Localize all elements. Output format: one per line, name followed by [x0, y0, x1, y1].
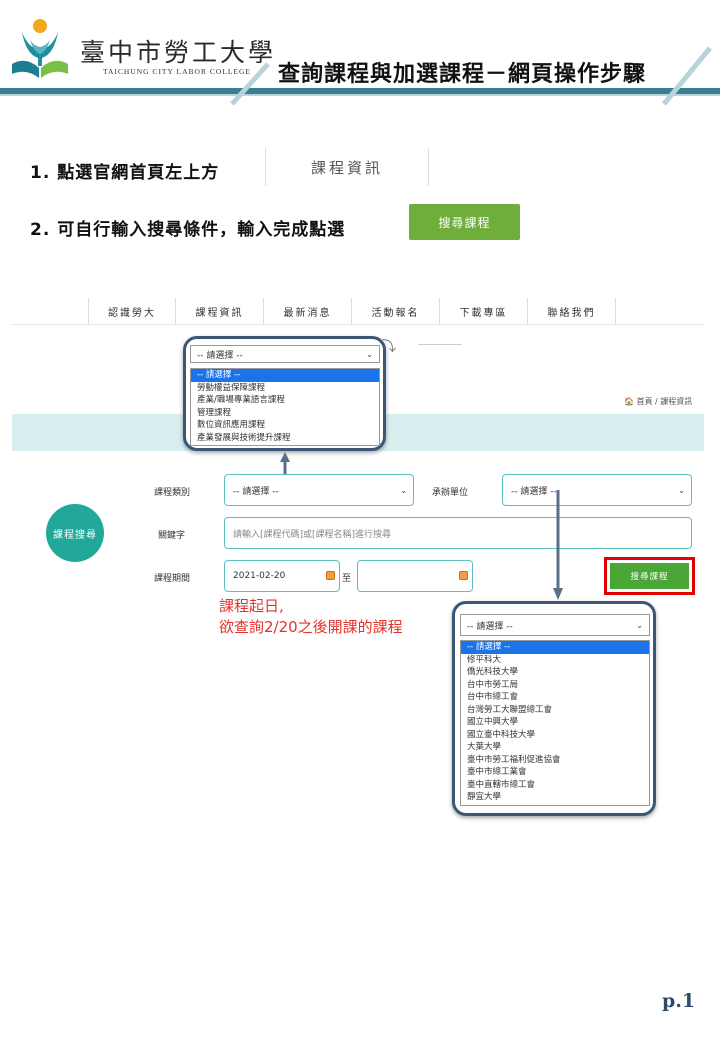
nav-item-contact[interactable]: 聯絡我們 — [528, 298, 616, 324]
organizer-dropdown-select[interactable]: -- 請選擇 -- ⌄ — [460, 614, 650, 636]
dropdown-option[interactable]: 數位資訊應用課程 — [191, 419, 379, 432]
organizer-label: 承辦單位 — [432, 488, 469, 498]
dropdown-option[interactable]: 勞動權益保障課程 — [191, 382, 379, 395]
search-button[interactable]: 搜尋課程 — [610, 563, 689, 589]
dropdown-option[interactable]: -- 請選擇 -- — [461, 641, 649, 654]
dropdown-option[interactable]: 管理課程 — [191, 407, 379, 420]
search-button-sample: 搜尋課程 — [409, 204, 520, 240]
keyword-label: 關鍵字 — [158, 531, 186, 541]
dropdown-option[interactable]: 產業/職場專業語言課程 — [191, 394, 379, 407]
faint-divider — [418, 344, 462, 345]
dropdown-option[interactable]: 臺中市總工業會 — [461, 766, 649, 779]
date-to-input[interactable] — [357, 560, 473, 592]
nav-item-about[interactable]: 認識勞大 — [88, 298, 176, 324]
date-note-line1: 課程起日, — [219, 597, 284, 615]
chevron-down-icon: ⌄ — [366, 349, 373, 359]
calendar-icon[interactable] — [326, 571, 335, 580]
organizer-select-value: -- 請選擇 -- — [511, 486, 557, 497]
category-select[interactable]: -- 請選擇 -- ⌄ — [224, 474, 414, 506]
site-nav: 認識勞大 課程資訊 最新消息 活動報名 下載專區 聯絡我們 — [88, 298, 616, 324]
dropdown-option[interactable]: 修平科大 — [461, 654, 649, 667]
dropdown-option[interactable]: 台灣勞工大聯盟總工會 — [461, 704, 649, 717]
dropdown-option[interactable]: 台中市總工會 — [461, 691, 649, 704]
course-search-badge: 課程搜尋 — [46, 504, 104, 562]
dropdown-option[interactable]: 產業發展與技術提升課程 — [191, 432, 379, 445]
date-from-value: 2021-02-20 — [233, 571, 286, 581]
nav-underline — [12, 324, 704, 325]
organizer-dropdown-list: -- 請選擇 -- 修平科大 僑光科技大學 台中市勞工局 台中市總工會 台灣勞工… — [460, 640, 650, 806]
category-select-value: -- 請選擇 -- — [233, 486, 279, 497]
period-label: 課程期間 — [154, 574, 191, 584]
nav-item-courses[interactable]: 課程資訊 — [176, 298, 264, 324]
calendar-icon[interactable] — [459, 571, 468, 580]
date-note: 課程起日, 欲查詢2/20之後開課的課程 — [219, 596, 403, 638]
dropdown-option[interactable]: 大葉大學 — [461, 741, 649, 754]
dropdown-option[interactable]: 國立臺中科技大學 — [461, 729, 649, 742]
chevron-down-icon: ⌄ — [400, 485, 407, 495]
date-from-input[interactable]: 2021-02-20 — [224, 560, 340, 592]
category-label: 課程類別 — [154, 488, 191, 498]
step-1-text: 1. 點選官網首頁左上方 — [30, 163, 220, 183]
dropdown-option[interactable]: 臺中市勞工福利促進協會 — [461, 754, 649, 767]
dropdown-option[interactable]: -- 請選擇 -- — [191, 369, 379, 382]
organizer-dropdown-selected: -- 請選擇 -- — [467, 621, 513, 632]
date-separator: 至 — [342, 574, 352, 584]
dropdown-option[interactable]: 僑光科技大學 — [461, 666, 649, 679]
category-dropdown-select[interactable]: -- 請選擇 -- ⌄ — [190, 345, 380, 363]
course-info-tab-sample: 課程資訊 — [265, 148, 429, 186]
nav-item-events[interactable]: 活動報名 — [352, 298, 440, 324]
chevron-down-icon: ⌄ — [636, 620, 643, 630]
organizer-select[interactable]: -- 請選擇 -- ⌄ — [502, 474, 692, 506]
date-note-line2: 欲查詢2/20之後開課的課程 — [219, 618, 403, 636]
category-dropdown-callout: -- 請選擇 -- ⌄ -- 請選擇 -- 勞動權益保障課程 產業/職場專業語言… — [183, 336, 386, 451]
breadcrumb: 🏠 首頁 / 課程資訊 — [624, 397, 693, 406]
chevron-down-icon: ⌄ — [678, 485, 685, 495]
nav-item-news[interactable]: 最新消息 — [264, 298, 352, 324]
arrow-down-icon — [553, 490, 563, 600]
header-slashes — [230, 46, 712, 106]
category-dropdown-list: -- 請選擇 -- 勞動權益保障課程 產業/職場專業語言課程 管理課程 數位資訊… — [190, 368, 380, 446]
dropdown-option[interactable]: 臺中直轄市總工會 — [461, 779, 649, 792]
keyword-input[interactable]: 請輸入[課程代碼]或[課程名稱]進行搜尋 — [224, 517, 692, 549]
organizer-dropdown-callout: -- 請選擇 -- ⌄ -- 請選擇 -- 修平科大 僑光科技大學 台中市勞工局… — [452, 601, 656, 816]
dropdown-option[interactable]: 國立中興大學 — [461, 716, 649, 729]
nav-item-downloads[interactable]: 下載專區 — [440, 298, 528, 324]
dropdown-option[interactable]: 台中市勞工局 — [461, 679, 649, 692]
page-number: p.1 — [662, 990, 696, 1012]
step-2-text: 2. 可自行輸入搜尋條件，輸入完成點選 — [30, 220, 346, 240]
dropdown-option[interactable]: 靜宜大學 — [461, 791, 649, 804]
keyword-placeholder: 請輸入[課程代碼]或[課程名稱]進行搜尋 — [233, 529, 392, 540]
category-dropdown-selected: -- 請選擇 -- — [197, 350, 243, 361]
